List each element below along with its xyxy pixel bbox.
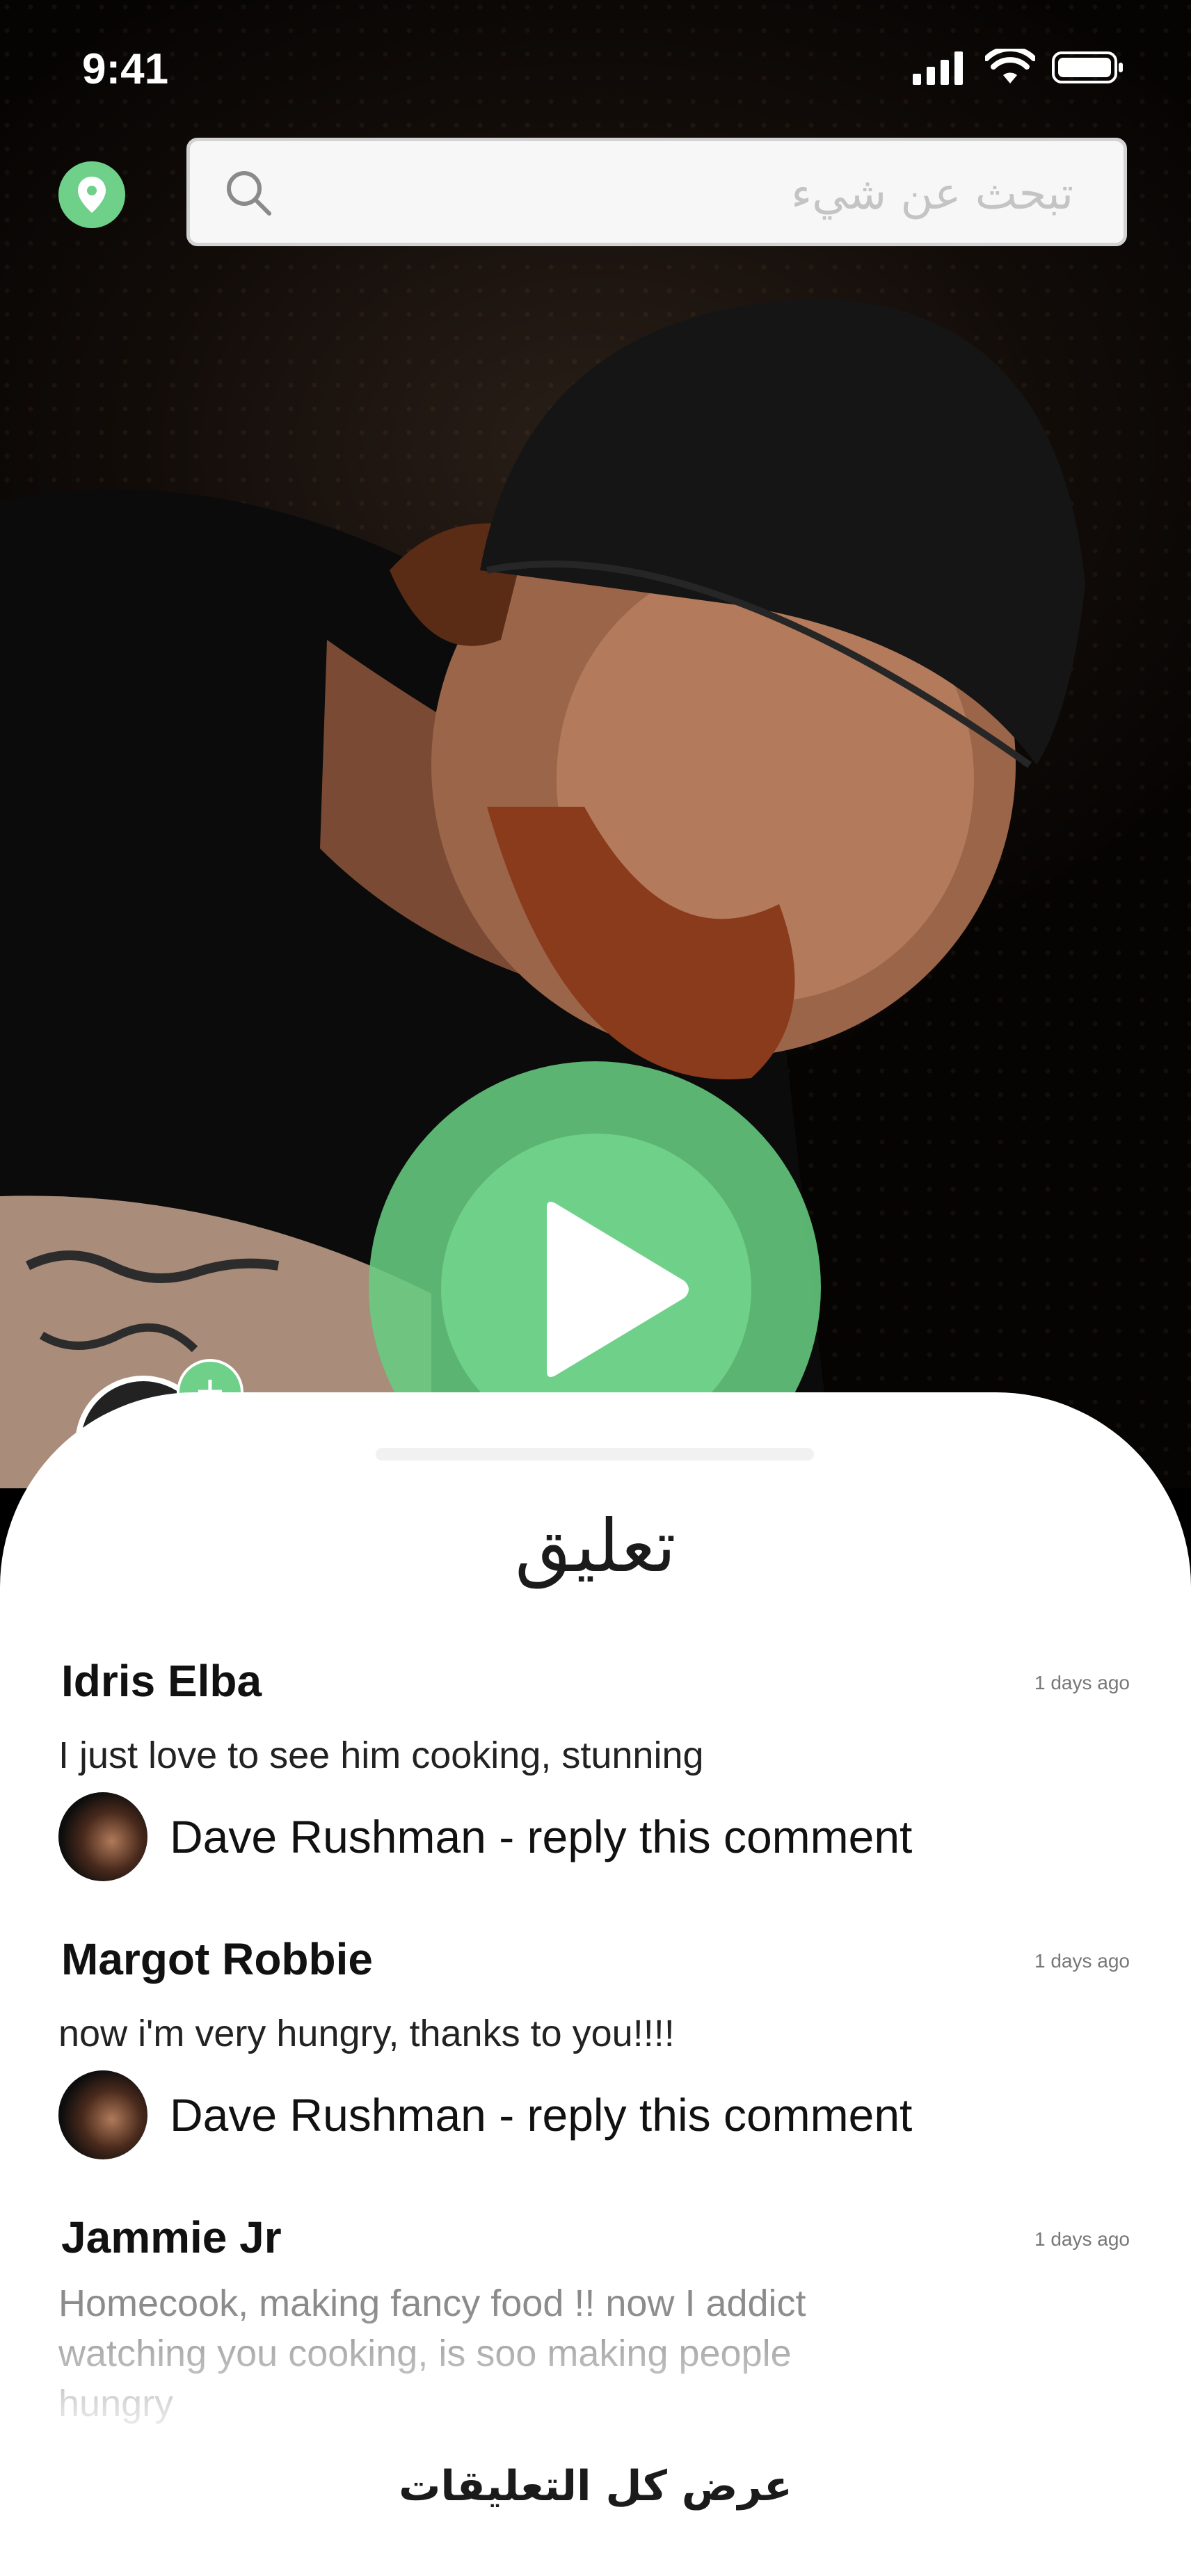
wifi-icon bbox=[985, 49, 1035, 83]
sheet-handle[interactable] bbox=[376, 1448, 814, 1460]
view-all-comments-button[interactable]: عرض كل التعليقات bbox=[0, 2462, 1191, 2511]
comment-author[interactable]: Margot Robbie bbox=[61, 1933, 373, 1985]
reply-row[interactable]: Dave Rushman - reply this comment bbox=[58, 1792, 912, 1882]
comment-author[interactable]: Idris Elba bbox=[61, 1655, 262, 1707]
comment-time: 1 days ago bbox=[1034, 1950, 1130, 1972]
location-button[interactable] bbox=[58, 161, 125, 228]
play-icon bbox=[547, 1202, 689, 1377]
avatar bbox=[58, 2070, 147, 2159]
status-bar: 9:41 bbox=[0, 42, 1191, 97]
comment-author[interactable]: Jammie Jr bbox=[61, 2212, 282, 2263]
comments-sheet: تعليق Idris Elba 1 days ago I just love … bbox=[0, 1392, 1191, 2576]
battery-icon bbox=[1052, 51, 1123, 83]
location-pin-icon bbox=[78, 177, 106, 213]
reply-link[interactable]: Dave Rushman - reply this comment bbox=[170, 2088, 912, 2141]
signal-icon bbox=[913, 51, 963, 85]
sheet-title: تعليق bbox=[515, 1504, 676, 1588]
reply-row[interactable]: Dave Rushman - reply this comment bbox=[58, 2070, 912, 2160]
status-time: 9:41 bbox=[82, 45, 169, 93]
avatar bbox=[58, 1792, 147, 1881]
comment-text: Homecook, making fancy food !! now I add… bbox=[58, 2283, 806, 2424]
comment-text: now i'm very hungry, thanks to you!!!! bbox=[58, 2013, 675, 2054]
comment-text: I just love to see him cooking, stunning bbox=[58, 1734, 704, 1776]
comment-time: 1 days ago bbox=[1034, 2228, 1130, 2250]
search-icon bbox=[227, 171, 271, 216]
status-icons bbox=[913, 49, 1124, 86]
reply-link[interactable]: Dave Rushman - reply this comment bbox=[170, 1810, 912, 1863]
search-input[interactable] bbox=[307, 162, 1075, 226]
comment-time: 1 days ago bbox=[1034, 1672, 1130, 1693]
search-bar[interactable] bbox=[186, 138, 1127, 246]
